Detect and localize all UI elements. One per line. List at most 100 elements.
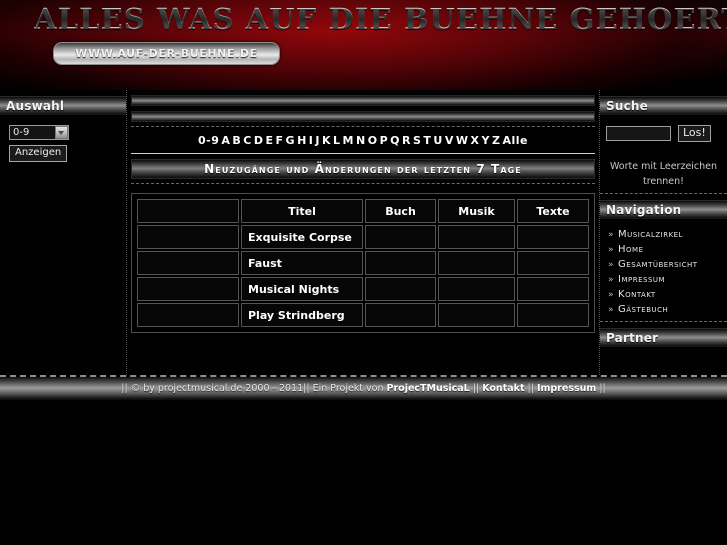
nav-item-impressum[interactable]: » Impressum	[600, 272, 727, 287]
chevron-right-icon: »	[608, 305, 615, 315]
alpha-link-o[interactable]: O	[368, 134, 378, 147]
search-submit-button[interactable]: Los!	[678, 125, 711, 142]
auswahl-header: Auswahl	[0, 96, 126, 115]
footer-sep-1: ||	[469, 382, 483, 394]
alpha-link-alle[interactable]: Alle	[502, 134, 528, 147]
left-sidebar: Auswahl 0-9 Anzeigen	[0, 90, 127, 375]
search-form: Los!	[606, 125, 727, 142]
navigation-header: Navigation	[600, 200, 727, 219]
table-cell-title[interactable]: Faust	[241, 251, 363, 275]
page-filler	[0, 400, 727, 500]
table-cell	[517, 303, 589, 327]
alpha-link-f[interactable]: F	[276, 134, 284, 147]
auswahl-header-label: Auswahl	[6, 98, 65, 113]
results-table-body: Titel Buch Musik Texte Exquisite Corpse Faust…	[137, 199, 589, 327]
search-hint: Worte mit Leerzeichen trennen!	[600, 159, 727, 189]
chevron-down-icon[interactable]	[55, 126, 68, 139]
alpha-link-0-9[interactable]: 0-9	[198, 134, 219, 147]
letter-select-value: 0-9	[13, 127, 30, 138]
alpha-link-i[interactable]: I	[309, 134, 314, 147]
letter-select[interactable]: 0-9	[9, 125, 69, 140]
anzeigen-button[interactable]: Anzeigen	[9, 145, 68, 162]
table-header-cell: Texte	[517, 199, 589, 223]
alpha-link-t[interactable]: T	[423, 134, 431, 147]
alpha-link-s[interactable]: S	[413, 134, 421, 147]
table-cell-title[interactable]: Play Strindberg	[241, 303, 363, 327]
alpha-link-u[interactable]: U	[433, 134, 442, 147]
suche-header-label: Suche	[606, 98, 648, 113]
partner-header: Partner	[600, 328, 727, 347]
footer-kontakt-link[interactable]: Kontakt	[482, 383, 524, 394]
search-input[interactable]	[606, 126, 671, 141]
nav-item-label: Kontakt	[618, 289, 656, 300]
results-table-container: Titel Buch Musik Texte Exquisite Corpse Faust…	[131, 193, 595, 333]
nav-item-gesamt-bersicht[interactable]: » Gesamtübersicht	[600, 257, 727, 272]
chevron-right-icon: »	[608, 245, 615, 255]
divider-dotted-mid	[131, 183, 595, 184]
alpha-link-k[interactable]: K	[322, 134, 331, 147]
alpha-link-z[interactable]: Z	[492, 134, 500, 147]
alpha-link-r[interactable]: R	[402, 134, 411, 147]
section-title-label: Neuzugänge und Änderungen der letzten 7 …	[204, 162, 522, 176]
divider-solid	[131, 153, 595, 154]
alpha-link-m[interactable]: M	[343, 134, 354, 147]
table-cell	[137, 303, 239, 327]
alpha-link-w[interactable]: W	[456, 134, 469, 147]
navigation-header-label: Navigation	[606, 202, 682, 217]
alpha-link-c[interactable]: C	[243, 134, 252, 147]
table-row[interactable]: Musical Nights	[137, 277, 589, 301]
table-cell	[517, 277, 589, 301]
alpha-link-h[interactable]: H	[297, 134, 307, 147]
footer-text: || © by projectmusical.de 2000 - 2011|| …	[121, 383, 605, 394]
section-title-bar: Neuzugänge und Änderungen der letzten 7 …	[131, 159, 595, 179]
nav-item-musicalzirkel[interactable]: » Musicalzirkel	[600, 227, 727, 242]
table-row[interactable]: Exquisite Corpse	[137, 225, 589, 249]
nav-item-home[interactable]: » Home	[600, 242, 727, 257]
table-cell	[137, 277, 239, 301]
table-header-cell: Titel	[241, 199, 363, 223]
alpha-link-x[interactable]: X	[471, 134, 480, 147]
chevron-right-icon: »	[608, 260, 615, 270]
alphabet-nav[interactable]: 0-9 A B C D E F G H I J K L M N O P Q R S T U V W X Y Z Alle	[131, 127, 595, 153]
divider-dotted-nav	[600, 193, 727, 194]
alpha-link-g[interactable]: G	[286, 134, 296, 147]
nav-item-label: Gästebuch	[618, 304, 669, 315]
alpha-link-n[interactable]: N	[356, 134, 366, 147]
alpha-link-l[interactable]: L	[333, 134, 341, 147]
auswahl-form: 0-9 Anzeigen	[9, 125, 126, 162]
table-cell	[365, 277, 436, 301]
nav-item-label: Musicalzirkel	[618, 229, 683, 240]
table-cell-title[interactable]: Exquisite Corpse	[241, 225, 363, 249]
alpha-link-q[interactable]: Q	[390, 134, 400, 147]
alpha-link-p[interactable]: P	[380, 134, 389, 147]
nav-item-g-stebuch[interactable]: » Gästebuch	[600, 302, 727, 317]
table-cell-title[interactable]: Musical Nights	[241, 277, 363, 301]
top-bar-1	[131, 95, 595, 106]
alpha-link-a[interactable]: A	[221, 134, 230, 147]
table-row[interactable]: Play Strindberg	[137, 303, 589, 327]
footer-impressum-link[interactable]: Impressum	[537, 383, 596, 394]
banner-url-text: WWW.AUF-DER-BUEHNE.DE	[75, 47, 258, 60]
alpha-link-e[interactable]: E	[266, 134, 274, 147]
chevron-right-icon: »	[608, 275, 615, 285]
alpha-link-d[interactable]: D	[254, 134, 264, 147]
table-header-cell: Musik	[438, 199, 515, 223]
banner-url-badge: WWW.AUF-DER-BUEHNE.DE	[53, 42, 280, 65]
main-content: 0-9 A B C D E F G H I J K L M N O P Q R S T U V W X Y Z Alle Neuzug…	[127, 90, 599, 375]
table-cell	[365, 251, 436, 275]
top-bar-2	[131, 111, 595, 122]
alpha-link-b[interactable]: B	[232, 134, 241, 147]
footer-suffix: ||	[596, 382, 606, 394]
alpha-link-j[interactable]: J	[315, 134, 320, 147]
table-header-cell	[137, 199, 239, 223]
table-cell	[438, 251, 515, 275]
table-row[interactable]: Faust	[137, 251, 589, 275]
nav-item-kontakt[interactable]: » Kontakt	[600, 287, 727, 302]
site-footer: || © by projectmusical.de 2000 - 2011|| …	[0, 377, 727, 400]
alpha-link-y[interactable]: Y	[482, 134, 490, 147]
table-cell	[365, 303, 436, 327]
page-body: Auswahl 0-9 Anzeigen 0-9 A B C D E F G H I J K L M N O P…	[0, 90, 727, 375]
partner-header-label: Partner	[606, 330, 659, 345]
alpha-link-v[interactable]: V	[445, 134, 454, 147]
footer-brand[interactable]: ProjecTMusicaL	[387, 383, 470, 394]
